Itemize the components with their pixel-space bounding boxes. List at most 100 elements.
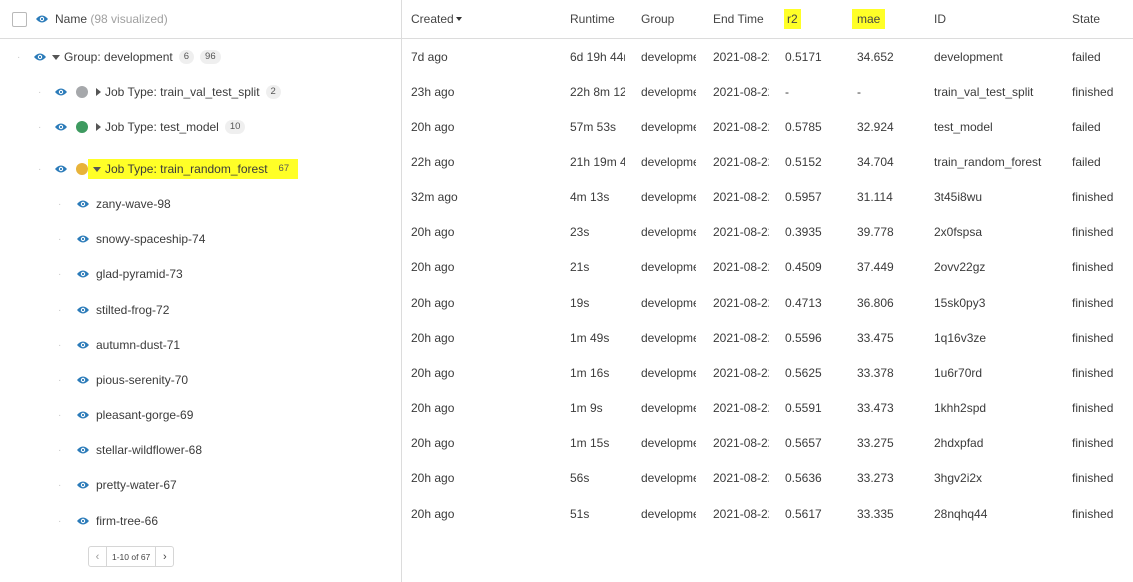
expand-right-icon[interactable]: [96, 123, 101, 131]
job-type-row[interactable]: · Job Type: test_model 10: [38, 117, 246, 137]
run-row[interactable]: · firm-tree-66: [58, 511, 158, 531]
cell-created: 22h ago: [411, 155, 455, 169]
run-row[interactable]: · pretty-water-67: [58, 475, 177, 495]
tree-dot-icon: ·: [38, 121, 42, 133]
cell-runtime: 4m 13s: [570, 190, 610, 204]
cell-runtime: 1m 9s: [570, 401, 603, 415]
cell-r2: 0.5171: [785, 50, 822, 64]
highlighted-job-type: Job Type: train_random_forest 67: [88, 159, 299, 179]
cell-runtime: 22h 8m 12s: [570, 85, 625, 99]
visibility-eye-icon[interactable]: [35, 14, 49, 24]
run-row[interactable]: · pleasant-gorge-69: [58, 405, 193, 425]
run-row[interactable]: · autumn-dust-71: [58, 335, 180, 355]
cell-created: 20h ago: [411, 471, 455, 485]
run-row[interactable]: · pious-serenity-70: [58, 370, 188, 390]
cell-runtime: 21s: [570, 260, 590, 274]
cell-created: 20h ago: [411, 436, 455, 450]
eye-icon[interactable]: [76, 375, 90, 385]
cell-mae: 33.273: [857, 471, 894, 485]
cell-created: 20h ago: [411, 260, 455, 274]
name-column-header[interactable]: Name (98 visualized): [55, 12, 168, 26]
cell-mae: 31.114: [857, 190, 893, 204]
column-runtime[interactable]: Runtime: [570, 0, 615, 38]
cell-r2: 0.5657: [785, 436, 822, 450]
color-swatch[interactable]: [76, 121, 88, 133]
cell-end: 2021-08-22: [713, 190, 769, 204]
run-name-link[interactable]: stilted-frog-72: [96, 303, 169, 317]
column-group[interactable]: Group: [641, 0, 674, 38]
eye-icon[interactable]: [54, 122, 68, 132]
column-created[interactable]: Created: [411, 0, 462, 38]
eye-icon[interactable]: [54, 87, 68, 97]
cell-state: finished: [1072, 260, 1114, 274]
cell-group: development: [641, 260, 696, 274]
run-row[interactable]: · zany-wave-98: [58, 194, 171, 214]
job-type-badge: 2: [265, 85, 281, 99]
run-name-link[interactable]: pleasant-gorge-69: [96, 408, 193, 422]
cell-r2: -: [785, 85, 789, 99]
color-swatch[interactable]: [76, 86, 88, 98]
pagination: ‹ 1-10 of 67 ›: [88, 546, 175, 567]
eye-icon[interactable]: [76, 480, 90, 490]
column-id[interactable]: ID: [934, 0, 946, 38]
cell-created: 23h ago: [411, 85, 455, 99]
eye-icon[interactable]: [76, 340, 90, 350]
job-type-row[interactable]: · Job Type: train_val_test_split 2: [38, 82, 281, 102]
group-row[interactable]: · Group: development 6 96: [17, 47, 221, 67]
cell-runtime: 21h 19m 4s: [570, 155, 625, 169]
eye-icon[interactable]: [76, 199, 90, 209]
cell-r2: 0.4713: [785, 296, 822, 310]
cell-group: development: [641, 155, 696, 169]
column-mae[interactable]: mae: [852, 0, 886, 38]
run-name-link[interactable]: pretty-water-67: [96, 478, 177, 492]
cell-mae: 34.652: [857, 50, 894, 64]
expand-down-icon[interactable]: [52, 54, 60, 60]
run-row[interactable]: · snowy-spaceship-74: [58, 229, 205, 249]
cell-state: finished: [1072, 296, 1114, 310]
cell-id: 3t45i8wu: [934, 190, 983, 204]
cell-id: 1q16v3ze: [934, 331, 987, 345]
cell-end: 2021-08-22: [713, 507, 769, 521]
cell-group: development: [641, 331, 696, 345]
run-name-link[interactable]: firm-tree-66: [96, 514, 158, 528]
group-run-count: 96: [200, 50, 221, 64]
cell-runtime: 1m 15s: [570, 436, 610, 450]
column-state[interactable]: State: [1072, 0, 1100, 38]
cell-id: 28nqhq44: [934, 507, 988, 521]
cell-state: finished: [1072, 471, 1114, 485]
select-all-checkbox[interactable]: [12, 11, 27, 27]
column-r2[interactable]: r2: [784, 0, 801, 38]
eye-icon[interactable]: [54, 164, 68, 174]
cell-end: 2021-08-22: [713, 120, 769, 134]
run-name-link[interactable]: autumn-dust-71: [96, 338, 180, 352]
run-name-link[interactable]: glad-pyramid-73: [96, 267, 183, 281]
run-row[interactable]: · stellar-wildflower-68: [58, 440, 202, 460]
run-row[interactable]: · stilted-frog-72: [58, 300, 169, 320]
cell-end: 2021-08-22: [713, 296, 769, 310]
eye-icon[interactable]: [76, 516, 90, 526]
color-swatch[interactable]: [76, 163, 88, 175]
eye-icon[interactable]: [76, 445, 90, 455]
eye-icon[interactable]: [33, 52, 47, 62]
eye-icon[interactable]: [76, 269, 90, 279]
column-end-time[interactable]: End Time: [713, 0, 764, 38]
expand-down-icon[interactable]: [93, 166, 101, 172]
job-type-row[interactable]: · Job Type: train_random_forest 67: [38, 159, 299, 179]
eye-icon[interactable]: [76, 234, 90, 244]
run-name-link[interactable]: snowy-spaceship-74: [96, 232, 205, 246]
prev-page-button[interactable]: ‹: [89, 547, 107, 566]
cell-created: 20h ago: [411, 120, 455, 134]
eye-icon[interactable]: [76, 305, 90, 315]
cell-id: 2x0fspsa: [934, 225, 983, 239]
visualized-count: (98 visualized): [90, 12, 168, 26]
run-name-link[interactable]: stellar-wildflower-68: [96, 443, 202, 457]
run-name-link[interactable]: pious-serenity-70: [96, 373, 188, 387]
run-name-link[interactable]: zany-wave-98: [96, 197, 171, 211]
cell-end: 2021-08-22: [713, 436, 769, 450]
expand-right-icon[interactable]: [96, 88, 101, 96]
run-row[interactable]: · glad-pyramid-73: [58, 264, 183, 284]
group-label: Group: development: [64, 50, 173, 64]
eye-icon[interactable]: [76, 410, 90, 420]
next-page-button[interactable]: ›: [155, 547, 173, 566]
cell-r2: 0.5591: [785, 401, 822, 415]
